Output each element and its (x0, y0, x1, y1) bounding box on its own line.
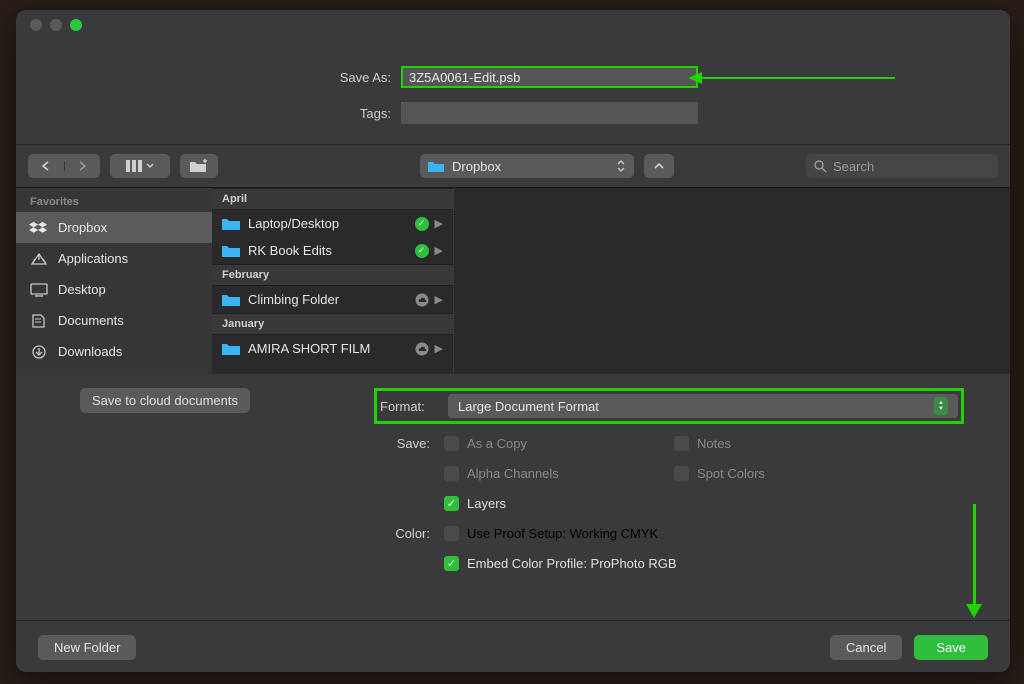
checkbox-alpha-channels: Alpha Channels (444, 466, 604, 481)
folder-item[interactable]: Laptop/Desktop ✓ ▶ (212, 210, 453, 237)
checkbox-notes: Notes (674, 436, 731, 451)
dropdown-arrows-icon (616, 159, 626, 173)
sidebar-item-label: Dropbox (58, 220, 107, 235)
save-button[interactable]: Save (914, 635, 988, 660)
folder-item[interactable]: RK Book Edits ✓ ▶ (212, 237, 453, 264)
path-dropdown[interactable]: Dropbox (420, 154, 634, 178)
checkbox-proof-setup: Use Proof Setup: Working CMYK (444, 526, 658, 541)
chevron-right-icon: ▶ (435, 244, 443, 257)
sidebar-item-downloads[interactable]: Downloads (16, 336, 212, 367)
format-label: Format: (380, 399, 434, 414)
nav-buttons (28, 154, 100, 178)
folder-item[interactable]: Climbing Folder ▶ (212, 286, 453, 313)
folder-label: Climbing Folder (248, 292, 339, 307)
chevron-down-icon (146, 163, 154, 169)
format-select[interactable]: Large Document Format ▲▼ (448, 394, 958, 418)
folder-item[interactable]: AMIRA SHORT FILM ▶ (212, 335, 453, 362)
options-panel: Save to cloud documents Format: Large Do… (16, 374, 1010, 620)
folder-icon (222, 217, 240, 230)
sidebar-item-label: Applications (58, 251, 128, 266)
chevron-right-icon: ▶ (435, 217, 443, 230)
checkbox-as-copy: As a Copy (444, 436, 604, 451)
annotation-arrow-icon (965, 602, 983, 618)
color-label: Color: (34, 526, 444, 541)
new-folder-button[interactable]: New Folder (38, 635, 136, 660)
checkbox-embed-profile[interactable]: ✓Embed Color Profile: ProPhoto RGB (444, 556, 677, 571)
zoom-icon[interactable] (70, 19, 82, 31)
file-browser: Favorites Dropbox Applications Desktop D… (16, 188, 1010, 374)
saveas-label: Save As: (16, 70, 401, 85)
chevron-right-icon: ▶ (435, 293, 443, 306)
columns-icon (126, 160, 142, 172)
path-label: Dropbox (452, 159, 501, 174)
save-label: Save: (34, 436, 444, 451)
sidebar-item-label: Downloads (58, 344, 122, 359)
sync-ok-icon: ✓ (415, 244, 429, 258)
save-dialog: Save As: Tags: Dropbox (16, 10, 1010, 672)
titlebar (16, 10, 1010, 40)
search-icon (814, 160, 827, 173)
save-to-cloud-button[interactable]: Save to cloud documents (80, 388, 250, 413)
tags-label: Tags: (16, 106, 401, 121)
dropdown-arrows-icon: ▲▼ (934, 397, 948, 415)
downloads-icon (30, 345, 48, 359)
folder-icon (222, 342, 240, 355)
up-directory-button[interactable] (644, 154, 674, 178)
format-highlight: Format: Large Document Format ▲▼ (374, 388, 964, 424)
apps-icon (30, 252, 48, 266)
folder-icon (222, 244, 240, 257)
checkbox-spot-colors: Spot Colors (674, 466, 765, 481)
checkbox-layers[interactable]: ✓Layers (444, 496, 506, 511)
group-header: January (212, 313, 453, 335)
sidebar-item-dropbox[interactable]: Dropbox (16, 212, 212, 243)
folder-label: Laptop/Desktop (248, 216, 339, 231)
sidebar-item-desktop[interactable]: Desktop (16, 274, 212, 305)
folder-icon (222, 293, 240, 306)
toolbar: Dropbox Search (16, 144, 1010, 188)
sidebar-item-label: Desktop (58, 282, 106, 297)
saveas-input[interactable] (401, 66, 698, 88)
group-header: April (212, 188, 453, 210)
sidebar-item-documents[interactable]: Documents (16, 305, 212, 336)
minimize-icon[interactable] (50, 19, 62, 31)
chevron-right-icon: ▶ (435, 342, 443, 355)
search-field[interactable]: Search (806, 154, 998, 178)
chevron-up-icon (654, 162, 664, 170)
footer: New Folder Cancel Save (16, 620, 1010, 672)
sidebar-item-applications[interactable]: Applications (16, 243, 212, 274)
back-button[interactable] (28, 161, 65, 171)
content-pane (454, 188, 1010, 374)
search-placeholder: Search (833, 159, 874, 174)
dropbox-icon (30, 221, 48, 235)
new-folder-icon (189, 159, 209, 173)
tags-input[interactable] (401, 102, 698, 124)
group-header: February (212, 264, 453, 286)
cloud-icon (415, 342, 429, 356)
documents-icon (30, 314, 48, 328)
view-mode-button[interactable] (110, 154, 170, 178)
folder-icon (428, 160, 444, 172)
folder-label: RK Book Edits (248, 243, 332, 258)
annotation-arrow-icon (688, 70, 704, 86)
cancel-button[interactable]: Cancel (830, 635, 902, 660)
forward-button[interactable] (65, 161, 101, 171)
format-value: Large Document Format (458, 399, 599, 414)
sidebar-header: Favorites (16, 188, 212, 212)
sync-ok-icon: ✓ (415, 217, 429, 231)
sidebar-item-label: Documents (58, 313, 124, 328)
new-folder-toolbar-button[interactable] (180, 154, 218, 178)
column-view: April Laptop/Desktop ✓ ▶ RK Book Edits ✓ ▶… (212, 188, 454, 374)
folder-label: AMIRA SHORT FILM (248, 341, 370, 356)
desktop-icon (30, 283, 48, 297)
header-fields: Save As: Tags: (16, 40, 1010, 144)
sidebar: Favorites Dropbox Applications Desktop D… (16, 188, 212, 374)
close-icon[interactable] (30, 19, 42, 31)
cloud-icon (415, 293, 429, 307)
